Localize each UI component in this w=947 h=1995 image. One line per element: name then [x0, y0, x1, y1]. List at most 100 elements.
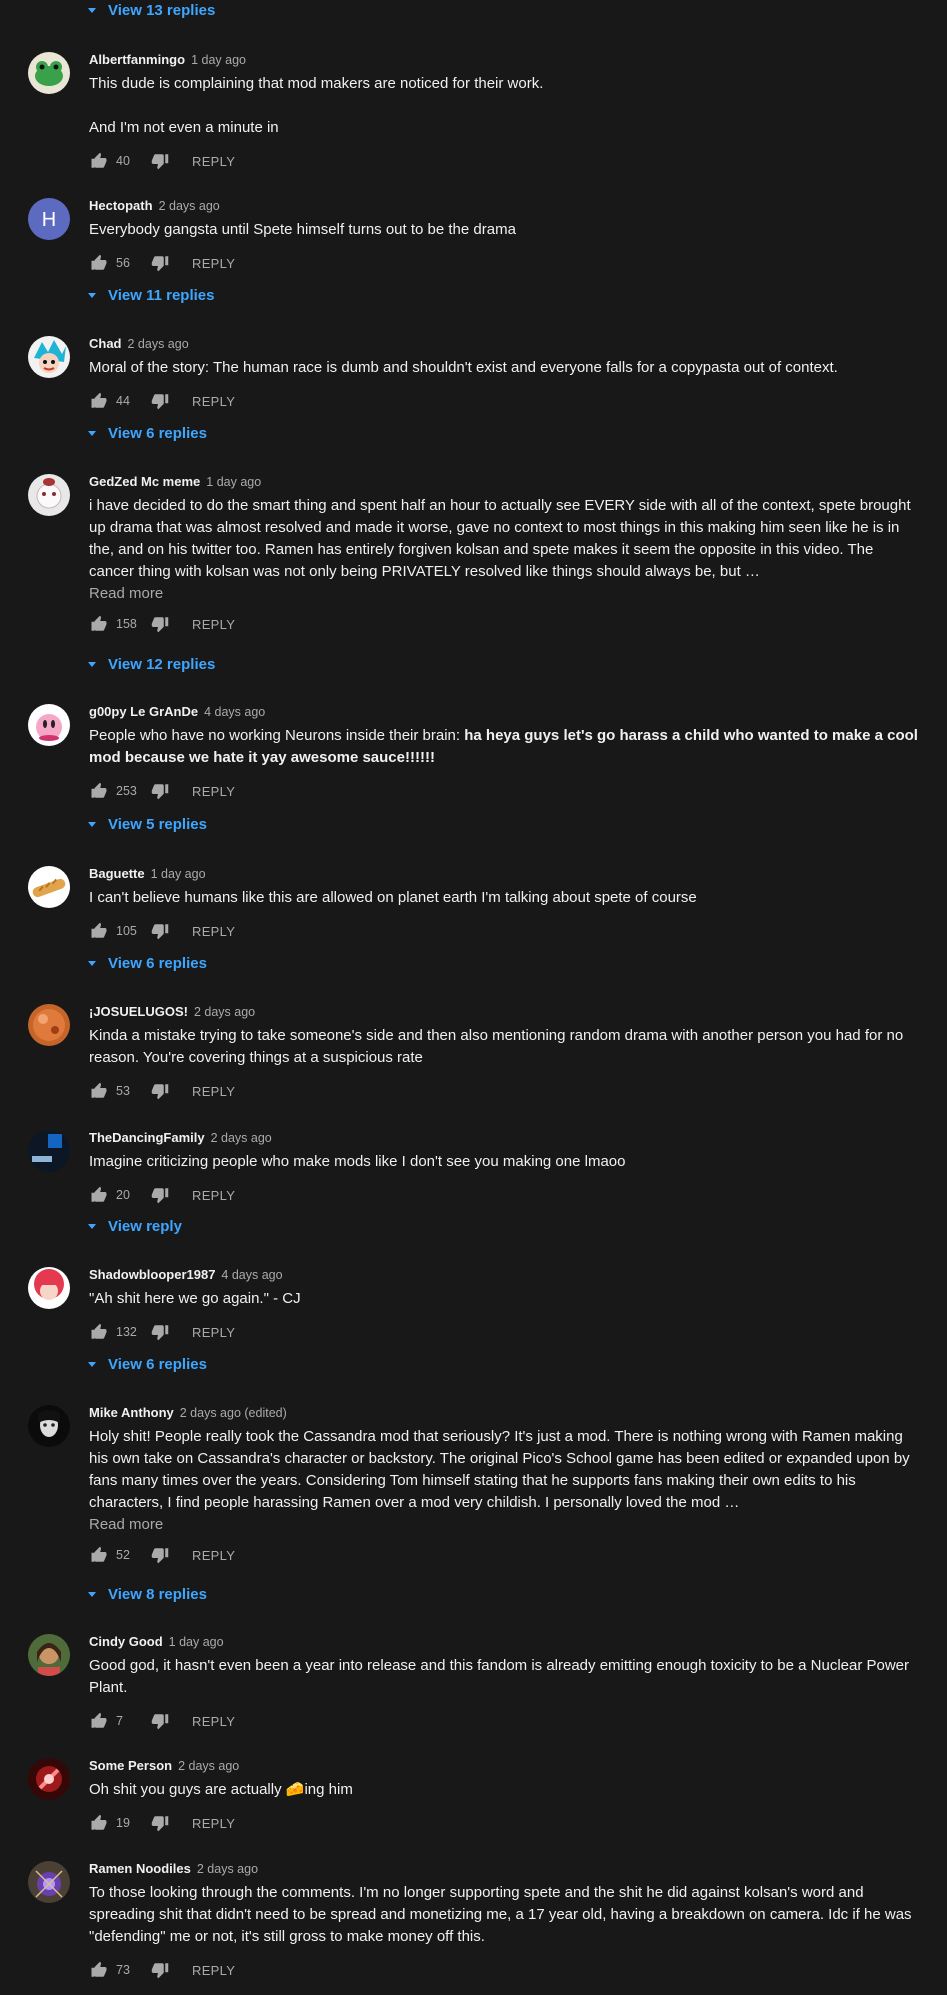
view-replies-toggle[interactable]: View 11 replies — [88, 287, 214, 304]
comment-author[interactable]: Ramen Noodiles — [89, 1861, 191, 1876]
like-count: 56 — [116, 256, 130, 270]
thumbs-down-icon[interactable] — [150, 1081, 170, 1101]
reply-button[interactable]: REPLY — [192, 1084, 235, 1099]
comment-timestamp[interactable]: 2 days ago — [194, 1005, 255, 1019]
thumbs-up-icon[interactable] — [89, 151, 109, 171]
pink-kirby-avatar[interactable] — [28, 704, 70, 746]
person-photo-avatar[interactable] — [28, 1634, 70, 1676]
view-replies-toggle[interactable]: View 6 replies — [88, 425, 207, 442]
reply-button[interactable]: REPLY — [192, 1325, 235, 1340]
reply-button[interactable]: REPLY — [192, 1714, 235, 1729]
comment-timestamp[interactable]: 2 days ago — [159, 199, 220, 213]
red-swirl-avatar[interactable] — [28, 1758, 70, 1800]
reply-button[interactable]: REPLY — [192, 256, 235, 271]
thumbs-up-icon[interactable] — [89, 1813, 109, 1833]
comment-timestamp[interactable]: 1 day ago — [191, 53, 246, 67]
comment-timestamp[interactable]: 2 days ago (edited) — [180, 1406, 287, 1420]
reply-button[interactable]: REPLY — [192, 924, 235, 939]
comment-body: Mike Anthony 2 days ago (edited) Holy shit… — [89, 1405, 919, 1567]
purple-glow-avatar[interactable] — [28, 1861, 70, 1903]
view-replies-toggle[interactable]: View 5 replies — [88, 816, 207, 833]
thumbs-up-icon[interactable] — [89, 921, 109, 941]
reply-button[interactable]: REPLY — [192, 617, 235, 632]
reply-button[interactable]: REPLY — [192, 154, 235, 169]
reply-button[interactable]: REPLY — [192, 1963, 235, 1978]
comment-author[interactable]: GedZed Mc meme — [89, 474, 200, 489]
view-replies-toggle[interactable]: View 6 replies — [88, 955, 207, 972]
thumbs-down-icon[interactable] — [150, 391, 170, 411]
comment-author[interactable]: Mike Anthony — [89, 1405, 174, 1420]
thumbs-down-icon[interactable] — [150, 1545, 170, 1565]
thumbs-up-icon[interactable] — [89, 781, 109, 801]
view-replies-toggle[interactable]: View reply — [88, 1218, 182, 1235]
comment-timestamp[interactable]: 2 days ago — [178, 1759, 239, 1773]
letter-h-avatar[interactable]: H — [28, 198, 70, 240]
read-more-link[interactable]: Read more — [89, 585, 919, 602]
green-frog-avatar[interactable] — [28, 52, 70, 94]
red-hair-anime-avatar[interactable] — [28, 1267, 70, 1309]
dark-figure-avatar[interactable] — [28, 1405, 70, 1447]
thumbs-down-icon[interactable] — [150, 921, 170, 941]
thumbs-up-icon[interactable] — [89, 1322, 109, 1342]
thumbs-up-icon[interactable] — [89, 1185, 109, 1205]
reply-button[interactable]: REPLY — [192, 1548, 235, 1563]
reply-button[interactable]: REPLY — [192, 1188, 235, 1203]
like-count: 253 — [116, 784, 137, 798]
comment-author[interactable]: Baguette — [89, 866, 145, 881]
thumbs-down-icon[interactable] — [150, 1322, 170, 1342]
view-replies-toggle[interactable]: View 13 replies — [88, 2, 215, 19]
dark-blue-avatar[interactable] — [28, 1130, 70, 1172]
caret-down-icon — [88, 431, 96, 436]
comment-body: Chad 2 days ago Moral of the story: The hu… — [89, 336, 919, 413]
thumbs-down-icon[interactable] — [150, 253, 170, 273]
comment-timestamp[interactable]: 1 day ago — [206, 475, 261, 489]
comment-author[interactable]: TheDancingFamily — [89, 1130, 205, 1145]
read-more-link[interactable]: Read more — [89, 1516, 919, 1533]
comment-author[interactable]: ¡JOSUELUGOS! — [89, 1004, 188, 1019]
thumbs-down-icon[interactable] — [150, 1813, 170, 1833]
comment-timestamp[interactable]: 2 days ago — [197, 1862, 258, 1876]
thumbs-down-icon[interactable] — [150, 781, 170, 801]
thumbs-up-icon[interactable] — [89, 1711, 109, 1731]
reply-button[interactable]: REPLY — [192, 784, 235, 799]
view-replies-toggle[interactable]: View 6 replies — [88, 1356, 207, 1373]
cartoon-character-avatar[interactable] — [28, 336, 70, 378]
white-creature-avatar[interactable] — [28, 474, 70, 516]
like-count: 20 — [116, 1188, 130, 1202]
comment-body: TheDancingFamily 2 days ago Imagine critic… — [89, 1130, 919, 1207]
comment-timestamp[interactable]: 2 days ago — [211, 1131, 272, 1145]
thumbs-up-icon[interactable] — [89, 1545, 109, 1565]
thumbs-down-icon[interactable] — [150, 151, 170, 171]
comment-timestamp[interactable]: 1 day ago — [169, 1635, 224, 1649]
comment-timestamp[interactable]: 2 days ago — [128, 337, 189, 351]
comment-author[interactable]: Shadowblooper1987 — [89, 1267, 215, 1282]
comment-timestamp[interactable]: 1 day ago — [151, 867, 206, 881]
thumbs-down-icon[interactable] — [150, 1960, 170, 1980]
comment-actions: 253 REPLY — [89, 779, 919, 803]
comment-author[interactable]: Chad — [89, 336, 122, 351]
reply-button[interactable]: REPLY — [192, 394, 235, 409]
thumbs-down-icon[interactable] — [150, 1711, 170, 1731]
thumbs-up-icon[interactable] — [89, 1081, 109, 1101]
comment-author[interactable]: g00py Le GrAnDe — [89, 704, 198, 719]
thumbs-down-icon[interactable] — [150, 614, 170, 634]
comment-actions: 158 REPLY — [89, 612, 919, 636]
comment-author[interactable]: Cindy Good — [89, 1634, 163, 1649]
comment-timestamp[interactable]: 4 days ago — [221, 1268, 282, 1282]
caret-down-icon — [88, 961, 96, 966]
thumbs-up-icon[interactable] — [89, 253, 109, 273]
thumbs-up-icon[interactable] — [89, 614, 109, 634]
thumbs-up-icon[interactable] — [89, 391, 109, 411]
comment-timestamp[interactable]: 4 days ago — [204, 705, 265, 719]
orange-sphere-avatar[interactable] — [28, 1004, 70, 1046]
comment-author[interactable]: Some Person — [89, 1758, 172, 1773]
baguette-avatar[interactable] — [28, 866, 70, 908]
comment-author[interactable]: Hectopath — [89, 198, 153, 213]
comment-author[interactable]: Albertfanmingo — [89, 52, 185, 67]
thumbs-up-icon[interactable] — [89, 1960, 109, 1980]
like-count: 7 — [116, 1714, 123, 1728]
view-replies-toggle[interactable]: View 8 replies — [88, 1586, 207, 1603]
view-replies-toggle[interactable]: View 12 replies — [88, 656, 215, 673]
thumbs-down-icon[interactable] — [150, 1185, 170, 1205]
reply-button[interactable]: REPLY — [192, 1816, 235, 1831]
